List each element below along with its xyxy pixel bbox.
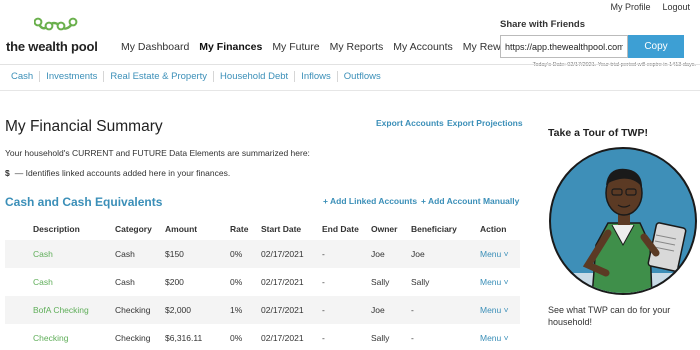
row-end-date: - <box>322 240 371 268</box>
summary-intro: Your household's CURRENT and FUTURE Data… <box>5 148 310 158</box>
row-beneficiary: - <box>411 296 480 324</box>
export-accounts-link[interactable]: Export Accounts <box>376 118 444 128</box>
row-beneficiary: - <box>411 333 414 343</box>
row-end-date: - <box>322 296 371 324</box>
nav-my-reports[interactable]: My Reports <box>330 41 384 53</box>
row-start-date: 02/17/2021 <box>261 240 322 268</box>
my-profile-link[interactable]: My Profile <box>610 2 650 12</box>
linked-symbol: $ <box>5 168 10 178</box>
divider <box>0 90 700 91</box>
add-account-manually-button[interactable]: + Add Account Manually <box>421 196 519 206</box>
row-category: Cash <box>115 277 135 287</box>
row-amount: $6,316.11 <box>165 333 203 343</box>
table-row: Checking Checking $6,316.11 0% 02/17/202… <box>5 324 520 350</box>
logo[interactable]: the wealth pool <box>6 16 116 56</box>
row-owner: Joe <box>371 296 411 324</box>
table-header: Description Category Amount Rate Start D… <box>5 218 520 240</box>
row-rate: 0% <box>230 240 261 268</box>
row-description-link[interactable]: Cash <box>5 240 115 268</box>
main-nav: My Dashboard My Finances My Future My Re… <box>121 41 521 53</box>
top-links: My Profile Logout <box>610 2 690 12</box>
column-header: Beneficiary <box>411 224 457 234</box>
row-start-date: 02/17/2021 <box>261 333 304 343</box>
row-owner: Sally <box>371 333 390 343</box>
share-panel: Share with Friends Copy Today's Date: 02… <box>500 19 700 68</box>
row-menu-dropdown[interactable]: Menu ˅ <box>480 324 520 350</box>
column-header: Description <box>33 224 80 234</box>
tour-video-thumbnail[interactable] <box>548 145 698 297</box>
divider <box>0 64 700 65</box>
subnav-household-debt[interactable]: Household Debt <box>214 71 296 82</box>
tour-title: Take a Tour of TWP! <box>548 127 648 139</box>
row-amount: $200 <box>165 277 184 287</box>
row-description-link[interactable]: Cash <box>5 268 115 296</box>
row-description-link[interactable]: BofA Checking <box>5 296 115 324</box>
logo-mark-icon <box>34 17 78 31</box>
column-header: Action <box>480 224 507 234</box>
row-category: Checking <box>115 333 151 343</box>
row-menu-dropdown[interactable]: Menu ˅ <box>480 268 520 296</box>
column-header: Amount <box>165 224 198 234</box>
linked-legend-text: — Identifies linked accounts added here … <box>14 168 231 178</box>
sub-nav: Cash Investments Real Estate & Property … <box>6 71 387 82</box>
nav-my-future[interactable]: My Future <box>272 41 319 53</box>
share-url-input[interactable] <box>500 35 628 58</box>
row-owner: Sally <box>371 277 390 287</box>
column-header: Category <box>115 224 152 234</box>
row-menu-dropdown[interactable]: Menu ˅ <box>480 240 520 268</box>
row-amount: $2,000 <box>165 296 230 324</box>
table-row: Cash Cash $150 0% 02/17/2021 - Joe Joe M… <box>5 240 520 268</box>
share-title: Share with Friends <box>500 19 585 30</box>
table-row: Cash Cash $200 0% 02/17/2021 - Sally Sal… <box>5 268 520 296</box>
row-category: Cash <box>115 240 165 268</box>
linked-legend: $ — Identifies linked accounts added here… <box>5 168 230 178</box>
column-header: Start Date <box>261 224 302 234</box>
logout-link[interactable]: Logout <box>662 2 690 12</box>
nav-my-dashboard[interactable]: My Dashboard <box>121 41 189 53</box>
row-end-date: - <box>322 277 325 287</box>
column-header: End Date <box>322 224 359 234</box>
cash-table: Description Category Amount Rate Start D… <box>5 218 520 350</box>
row-rate: 1% <box>230 296 261 324</box>
row-amount: $150 <box>165 240 230 268</box>
tour-caption: See what TWP can do for your household! <box>548 305 671 327</box>
row-rate: 0% <box>230 277 243 287</box>
nav-my-finances[interactable]: My Finances <box>199 41 262 53</box>
subnav-investments[interactable]: Investments <box>40 71 105 82</box>
row-menu-dropdown[interactable]: Menu ˅ <box>480 296 520 324</box>
copy-button[interactable]: Copy <box>628 35 684 58</box>
add-linked-accounts-button[interactable]: + Add Linked Accounts <box>323 196 417 206</box>
row-start-date: 02/17/2021 <box>261 277 304 287</box>
table-row: BofA Checking Checking $2,000 1% 02/17/2… <box>5 296 520 324</box>
subnav-inflows[interactable]: Inflows <box>295 71 338 82</box>
nav-my-accounts[interactable]: My Accounts <box>393 41 453 53</box>
subnav-cash[interactable]: Cash <box>6 71 41 82</box>
row-rate: 0% <box>230 333 243 343</box>
logo-text: the wealth pool <box>6 39 98 54</box>
row-beneficiary: Joe <box>411 240 480 268</box>
trial-status: Today's Date: 02/17/2021. Your trial per… <box>532 62 696 68</box>
row-owner: Joe <box>371 240 411 268</box>
row-category: Checking <box>115 296 165 324</box>
subnav-real-estate[interactable]: Real Estate & Property <box>104 71 215 82</box>
row-end-date: - <box>322 333 325 343</box>
column-header: Rate <box>230 224 249 234</box>
section-title: Cash and Cash Equivalents <box>5 195 163 209</box>
export-projections-link[interactable]: Export Projections <box>447 118 523 128</box>
column-header: Owner <box>371 224 398 234</box>
subnav-outflows[interactable]: Outflows <box>338 71 387 82</box>
row-start-date: 02/17/2021 <box>261 296 322 324</box>
row-beneficiary: Sally <box>411 277 430 287</box>
page-title: My Financial Summary <box>5 118 163 135</box>
row-description-link[interactable]: Checking <box>5 324 115 350</box>
